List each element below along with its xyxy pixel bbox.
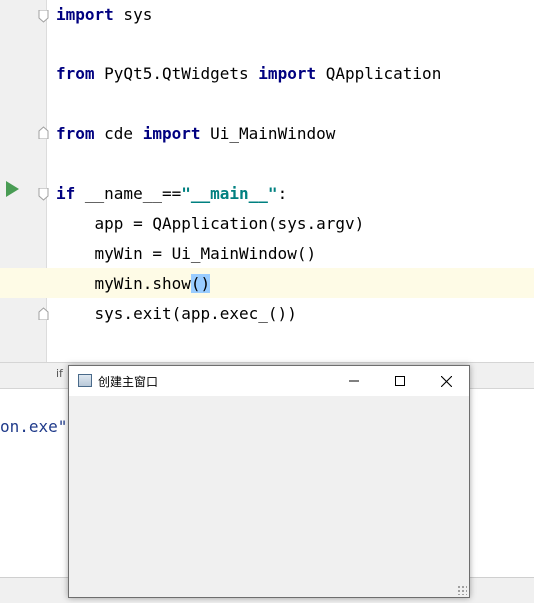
code-text: cde (94, 124, 143, 143)
keyword: from (56, 64, 95, 83)
code-line-1: import sys (56, 0, 152, 30)
string-literal: "__main__" (181, 184, 278, 203)
code-text: myWin = Ui_MainWindow() (56, 244, 317, 263)
fold-marker-icon[interactable] (38, 305, 49, 321)
code-text: QApplication (316, 64, 442, 83)
code-text: Ui_MainWindow (200, 124, 336, 143)
code-line-11: sys.exit(app.exec_()) (56, 299, 297, 329)
fold-marker-icon[interactable] (38, 8, 49, 23)
run-arrow-icon[interactable] (6, 181, 19, 197)
resize-grip-icon[interactable] (457, 585, 467, 595)
breadcrumb[interactable]: if (56, 367, 63, 380)
code-text: myWin.show (56, 274, 191, 293)
code-line-7: if __name__=="__main__": (56, 179, 287, 209)
code-text: sys.exit(app.exec_()) (56, 304, 297, 323)
close-button[interactable] (423, 366, 469, 396)
code-text: sys (113, 5, 153, 24)
code-line-9: myWin = Ui_MainWindow() (56, 239, 317, 269)
keyword: from (56, 124, 95, 143)
close-icon (440, 375, 452, 387)
code-text: __name__== (75, 184, 182, 203)
window-titlebar[interactable]: 创建主窗口 (69, 366, 469, 396)
matched-parens: () (190, 274, 211, 293)
keyword: import (56, 5, 114, 24)
keyword: import (258, 64, 317, 83)
maximize-button[interactable] (377, 366, 423, 396)
code-line-5: from cde import Ui_MainWindow (56, 119, 335, 149)
code-editor[interactable]: import sys from PyQt5.QtWidgets import Q… (0, 0, 534, 362)
code-line-3: from PyQt5.QtWidgets import QApplication (56, 59, 441, 89)
maximize-icon (395, 376, 405, 386)
keyword: import (142, 124, 201, 143)
fold-marker-icon[interactable] (38, 124, 49, 140)
code-line-10: myWin.show() (56, 269, 211, 299)
code-line-8: app = QApplication(sys.argv) (56, 209, 365, 239)
minimize-icon (349, 380, 359, 382)
fold-marker-icon[interactable] (38, 186, 49, 201)
keyword: if (56, 184, 76, 203)
console-output: on.exe" (0, 417, 68, 436)
window-app-icon (78, 374, 92, 387)
main-window[interactable]: 创建主窗口 (68, 365, 470, 598)
code-text: : (277, 184, 288, 203)
code-text: app = QApplication(sys.argv) (56, 214, 365, 233)
minimize-button[interactable] (331, 366, 377, 396)
code-text: PyQt5.QtWidgets (94, 64, 259, 83)
window-title: 创建主窗口 (98, 375, 159, 389)
